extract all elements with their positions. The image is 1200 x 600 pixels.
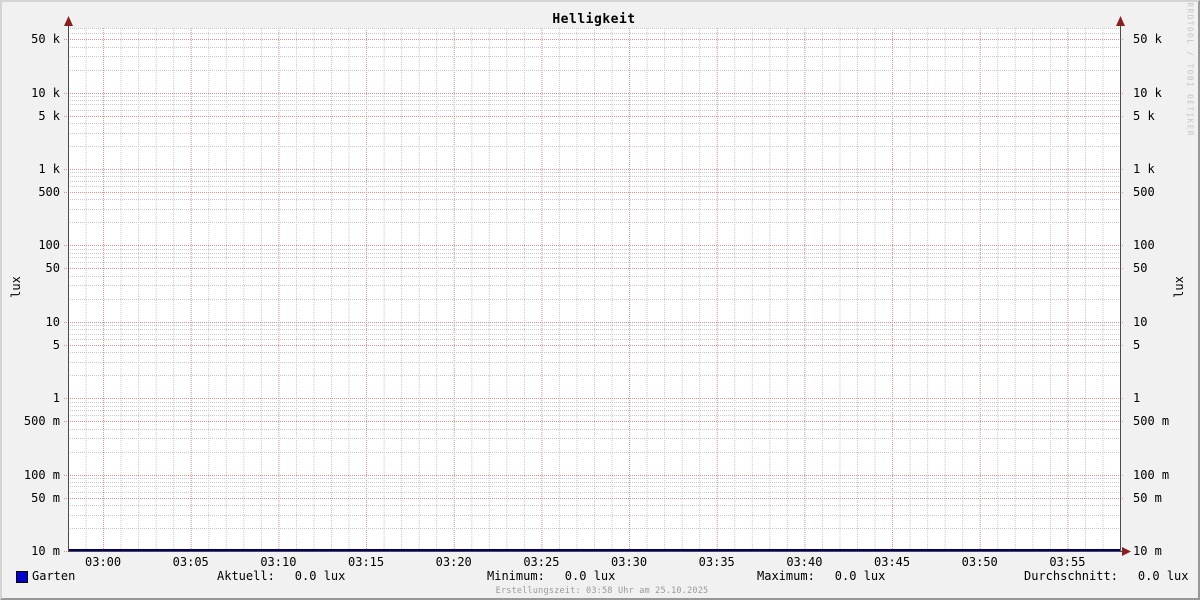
chart-title: Helligkeit xyxy=(552,12,636,27)
y-tick-label-left: 10 k xyxy=(31,86,60,100)
y-tick-label-right: 10 m xyxy=(1133,544,1162,558)
y-tick-label-left: 100 xyxy=(38,238,60,252)
x-tick-label: 03:35 xyxy=(698,555,735,569)
stat-label: Durchschnitt: xyxy=(1024,569,1118,583)
y-tick-label-right: 50 m xyxy=(1133,491,1162,505)
y-tick-label-left: 10 m xyxy=(31,544,60,558)
x-tick-label: 03:15 xyxy=(348,555,385,569)
series-label: Garten xyxy=(32,569,76,583)
x-tick-label: 03:55 xyxy=(1049,555,1086,569)
y-tick-label-right: 1 xyxy=(1133,391,1141,405)
x-tick-label: 03:45 xyxy=(874,555,911,569)
stat-value: 0.0 lux xyxy=(834,569,886,583)
y-tick-label-right: 500 xyxy=(1133,185,1155,199)
y-tick-label-right: 100 xyxy=(1133,238,1155,252)
y-tick-label-left: 50 m xyxy=(31,491,60,505)
x-tick-label: 03:20 xyxy=(435,555,472,569)
stat-value: 0.0 lux xyxy=(1137,569,1189,583)
x-tick-label: 03:25 xyxy=(523,555,560,569)
x-tick-label: 03:10 xyxy=(260,555,297,569)
x-tick-label: 03:40 xyxy=(786,555,823,569)
y-tick-label-left: 50 k xyxy=(31,32,60,46)
stat-durchschnitt: Durchschnitt: 0.0 lux xyxy=(1024,569,1189,583)
x-tick-label: 03:05 xyxy=(172,555,209,569)
y-tick-label-right: 10 k xyxy=(1133,86,1162,100)
rrdtool-watermark: RRDTOOL / TOBI OETIKER xyxy=(1185,2,1195,138)
plot-canvas xyxy=(64,16,1131,556)
y-tick-label-right: 50 xyxy=(1133,261,1148,275)
stat-aktuell: Aktuell: 0.0 lux xyxy=(217,569,345,583)
y-axis-unit-right: lux xyxy=(1172,276,1186,298)
y-tick-label-left: 5 xyxy=(52,338,60,352)
y-axis-unit-left: lux xyxy=(9,276,23,298)
stat-value: 0.0 lux xyxy=(294,569,346,583)
x-tick-label: 03:50 xyxy=(961,555,998,569)
y-tick-label-left: 5 k xyxy=(38,109,60,123)
x-tick-label: 03:00 xyxy=(85,555,122,569)
y-tick-label-right: 1 k xyxy=(1133,162,1155,176)
y-tick-label-right: 10 xyxy=(1133,315,1148,329)
y-tick-label-left: 10 xyxy=(45,315,60,329)
y-tick-label-right: 100 m xyxy=(1133,468,1170,482)
stat-label: Aktuell: xyxy=(217,569,275,583)
y-tick-label-right: 50 k xyxy=(1133,32,1162,46)
series-color-swatch xyxy=(16,571,28,583)
y-tick-label-right: 5 xyxy=(1133,338,1141,352)
arrow-right xyxy=(1122,547,1131,556)
stat-maximum: Maximum: 0.0 lux xyxy=(757,569,885,583)
y-tick-label-left: 500 m xyxy=(23,414,60,428)
rrdtool-graph: Helligkeit 50 k 10 k 5 k 1 k 500 100 50 10 5 1 500… xyxy=(0,0,1200,600)
y-tick-label-left: 100 m xyxy=(23,468,60,482)
y-tick-label-left: 1 k xyxy=(38,162,60,176)
y-tick-label-right: 5 k xyxy=(1133,109,1155,123)
y-tick-label-left: 500 xyxy=(38,185,60,199)
y-tick-label-right: 500 m xyxy=(1133,414,1170,428)
legend-row: Garten Aktuell: 0.0 lux Minimum: 0.0 lux Max… xyxy=(2,569,1198,585)
x-tick-label: 03:30 xyxy=(611,555,648,569)
creation-time-footer: Erstellungszeit: 03:58 Uhr am 25.10.2025 xyxy=(495,586,709,596)
y-tick-label-left: 1 xyxy=(52,391,60,405)
stat-value: 0.0 lux xyxy=(564,569,616,583)
stat-minimum: Minimum: 0.0 lux xyxy=(487,569,615,583)
stat-label: Minimum: xyxy=(487,569,545,583)
stat-label: Maximum: xyxy=(757,569,815,583)
